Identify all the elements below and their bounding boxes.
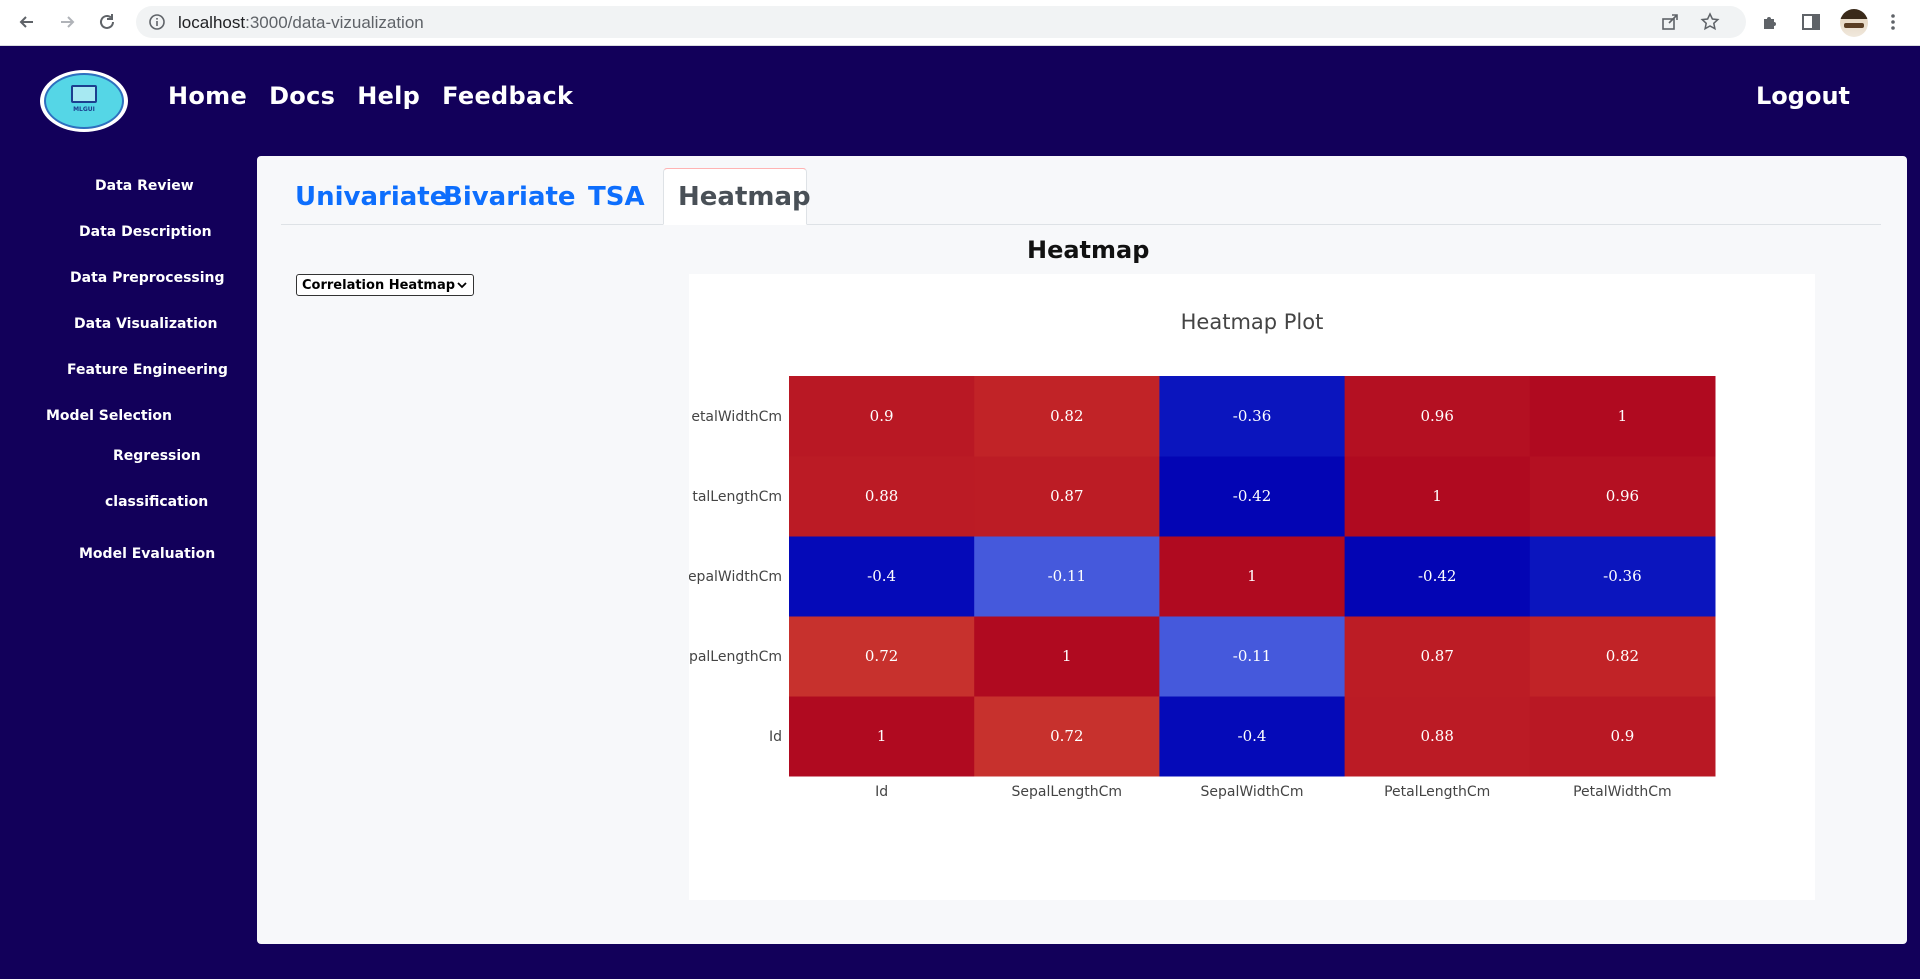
y-tick-label: talLengthCm [692,489,782,505]
sidebar-item-feature-engineering[interactable]: Feature Engineering [67,362,228,378]
browser-toolbar: localhost:3000/data-vizualization [0,0,1920,46]
back-icon[interactable] [12,7,42,37]
bookmark-star-icon[interactable] [1700,12,1720,32]
heatmap-cell-label: 0.9 [1610,727,1634,745]
main-panel: Univariate Bivariate TSA Heatmap Heatmap… [257,156,1907,944]
x-tick-label: Id [875,784,888,800]
heatmap-cell-label: 1 [1618,407,1628,425]
tab-heatmap[interactable]: Heatmap [663,168,811,225]
heatmap-cell-label: -0.36 [1603,567,1641,585]
heatmap-cell-label: 0.87 [1050,487,1083,505]
heatmap-type-select[interactable]: Correlation Heatmap [296,274,474,296]
sidebar-item-regression[interactable]: Regression [113,448,201,464]
share-icon[interactable] [1660,12,1680,32]
app-header: MLGUI Home Docs Help Feedback Logout [0,46,1920,156]
x-tick-label: PetalWidthCm [1573,784,1672,800]
app-logo[interactable]: MLGUI [40,70,128,132]
select-value: Correlation Heatmap [302,277,456,293]
profile-avatar[interactable] [1840,9,1868,37]
sidebar-item-data-review[interactable]: Data Review [95,178,194,194]
heatmap-cell-label: -0.36 [1233,407,1271,425]
chevron-down-icon [457,282,467,289]
heatmap-cell-label: 1 [1432,487,1442,505]
tab-bivariate[interactable]: Bivariate [429,168,590,225]
heatmap-cell-label: 0.9 [870,407,894,425]
y-tick-label: etalWidthCm [691,409,782,425]
reload-icon[interactable] [92,7,122,37]
heatmap-cell-label: 1 [877,727,887,745]
nav-docs-link[interactable]: Docs [269,82,335,110]
sidebar-item-data-visualization[interactable]: Data Visualization [74,316,218,332]
heatmap-cell-label: 0.82 [1050,407,1083,425]
heatmap-cell-label: -0.4 [867,567,896,585]
x-tick-label: PetalLengthCm [1384,784,1490,800]
heatmap-cell-label: 0.96 [1606,487,1639,505]
nav-home-link[interactable]: Home [168,82,247,110]
sidebar-item-model-evaluation[interactable]: Model Evaluation [79,546,215,562]
heatmap-cell-label: 0.82 [1606,647,1639,665]
heatmap-cell-label: 0.96 [1420,407,1453,425]
tab-tsa[interactable]: TSA [574,168,659,225]
site-info-icon[interactable] [148,13,166,31]
nav-feedback-link[interactable]: Feedback [442,82,573,110]
extensions-icon[interactable] [1760,11,1782,33]
heatmap-plot[interactable]: Heatmap Plot 1 0.72 -0.4 0.88 0.9 0.72 1 -0.11 0… [689,274,1815,900]
y-tick-label: Id [769,729,782,745]
heatmap-cell-label: -0.11 [1048,567,1086,585]
heatmap-cell-label: -0.11 [1233,647,1271,665]
heatmap-cell-label: 0.72 [865,647,898,665]
sidebar-item-model-selection[interactable]: Model Selection [46,408,172,424]
heatmap-cell-label: -0.42 [1233,487,1271,505]
top-nav: Home Docs Help Feedback [168,82,595,110]
nav-help-link[interactable]: Help [357,82,420,110]
heatmap-cell-label: 1 [1062,647,1072,665]
sidebar-item-classification[interactable]: classification [105,494,208,510]
heatmap-cell-label: -0.42 [1418,567,1456,585]
address-bar[interactable]: localhost:3000/data-vizualization [136,6,1746,38]
y-tick-label: epalWidthCm [689,569,782,585]
sidebar-item-data-description[interactable]: Data Description [79,224,212,240]
x-tick-label: SepalLengthCm [1012,784,1123,800]
url-text[interactable]: localhost:3000/data-vizualization [178,13,424,33]
logout-link[interactable]: Logout [1756,82,1850,110]
heatmap-cell-label: 0.88 [1420,727,1453,745]
heatmap-svg: 1 0.72 -0.4 0.88 0.9 0.72 1 -0.11 0.87 0.82 -0.4 -0… [689,376,1716,800]
heatmap-cell-label: 1 [1247,567,1257,585]
x-tick-label: SepalWidthCm [1201,784,1304,800]
side-panel-icon[interactable] [1800,11,1822,33]
y-tick-label: palLengthCm [689,649,782,665]
forward-icon[interactable] [52,7,82,37]
more-menu-icon[interactable] [1882,11,1904,33]
sidebar-item-data-preprocessing[interactable]: Data Preprocessing [70,270,225,286]
heatmap-cell-label: -0.4 [1238,727,1267,745]
heatmap-cell-label: 0.87 [1420,647,1453,665]
heatmap-cell-label: 0.72 [1050,727,1083,745]
visualization-tabs: Univariate Bivariate TSA Heatmap [281,168,1881,225]
heatmap-cell-label: 0.88 [865,487,898,505]
